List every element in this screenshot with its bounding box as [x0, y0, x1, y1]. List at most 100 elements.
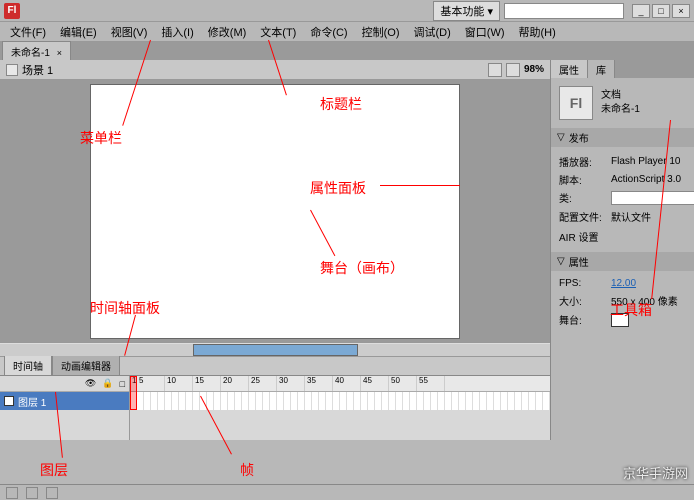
document-tab[interactable]: 未命名-1 × [2, 41, 71, 62]
frame-cell[interactable] [459, 392, 466, 410]
fps-value[interactable]: 12.00 [611, 278, 636, 289]
frame-cell[interactable] [263, 392, 270, 410]
tab-timeline[interactable]: 时间轴 [4, 355, 52, 375]
frame-cell[interactable] [158, 392, 165, 410]
frame-track[interactable] [130, 392, 550, 410]
frame-cell[interactable] [200, 392, 207, 410]
maximize-button[interactable]: □ [652, 4, 670, 18]
lock-icon[interactable]: 🔒 [102, 378, 113, 389]
frame-cell[interactable] [536, 392, 543, 410]
frame-cell[interactable] [186, 392, 193, 410]
frame-ruler[interactable]: 1 5 10 15 20 25 30 35 40 45 50 55 [130, 376, 550, 392]
frame-cell[interactable] [494, 392, 501, 410]
section-properties-header[interactable]: ▽ 属性 [551, 252, 694, 271]
frame-cell[interactable] [277, 392, 284, 410]
stage-canvas[interactable] [90, 84, 460, 339]
menu-file[interactable]: 文件(F) [4, 22, 52, 42]
stage-color-swatch[interactable] [611, 313, 629, 327]
close-button[interactable]: × [672, 4, 690, 18]
frame-cell[interactable] [452, 392, 459, 410]
frame-cell[interactable] [396, 392, 403, 410]
frame-cell[interactable] [375, 392, 382, 410]
frame-cell[interactable] [284, 392, 291, 410]
menu-window[interactable]: 窗口(W) [459, 22, 511, 42]
frame-cell[interactable] [473, 392, 480, 410]
class-input[interactable] [611, 191, 694, 205]
frame-cell[interactable] [382, 392, 389, 410]
frame-cell[interactable] [347, 392, 354, 410]
frame-cell[interactable] [424, 392, 431, 410]
layer-row[interactable]: 图层 1 [0, 392, 129, 410]
frame-cell[interactable] [235, 392, 242, 410]
frame-cell[interactable] [298, 392, 305, 410]
frame-cell[interactable] [305, 392, 312, 410]
tab-properties[interactable]: 属性 [551, 60, 588, 78]
section-publish-header[interactable]: ▽ 发布 [551, 128, 694, 147]
menu-insert[interactable]: 插入(I) [155, 22, 199, 42]
new-folder-button[interactable] [26, 487, 38, 499]
frame-cell[interactable] [312, 392, 319, 410]
menu-modify[interactable]: 修改(M) [202, 22, 253, 42]
minimize-button[interactable]: _ [632, 4, 650, 18]
frame-cell[interactable] [214, 392, 221, 410]
layout-dropdown[interactable]: 基本功能 ▾ [433, 1, 500, 21]
frame-cell[interactable] [207, 392, 214, 410]
visibility-icon[interactable]: 👁 [85, 378, 96, 389]
new-layer-button[interactable] [6, 487, 18, 499]
frame-cell[interactable] [410, 392, 417, 410]
frame-cell[interactable] [487, 392, 494, 410]
playhead[interactable] [130, 376, 137, 410]
outline-icon[interactable]: □ [120, 379, 125, 389]
frame-cell[interactable] [193, 392, 200, 410]
frame-cell[interactable] [137, 392, 144, 410]
frame-cell[interactable] [242, 392, 249, 410]
frame-cell[interactable] [165, 392, 172, 410]
menu-commands[interactable]: 命令(C) [304, 22, 353, 42]
frame-cell[interactable] [354, 392, 361, 410]
frame-cell[interactable] [151, 392, 158, 410]
frame-cell[interactable] [340, 392, 347, 410]
menu-view[interactable]: 视图(V) [105, 22, 154, 42]
frame-cell[interactable] [221, 392, 228, 410]
document-tab-close-icon[interactable]: × [57, 48, 62, 58]
frame-cell[interactable] [466, 392, 473, 410]
menu-help[interactable]: 帮助(H) [513, 22, 562, 42]
frame-cell[interactable] [319, 392, 326, 410]
frame-cell[interactable] [543, 392, 550, 410]
frame-cell[interactable] [438, 392, 445, 410]
frame-cell[interactable] [172, 392, 179, 410]
frame-cell[interactable] [228, 392, 235, 410]
frame-cell[interactable] [431, 392, 438, 410]
edit-symbol-icon[interactable] [506, 63, 520, 77]
frame-cell[interactable] [368, 392, 375, 410]
frame-cell[interactable] [508, 392, 515, 410]
search-input[interactable] [504, 3, 624, 19]
frame-cell[interactable] [361, 392, 368, 410]
scrollbar-thumb[interactable] [193, 344, 358, 356]
frame-cell[interactable] [403, 392, 410, 410]
frame-cell[interactable] [501, 392, 508, 410]
frame-cell[interactable] [179, 392, 186, 410]
frame-cell[interactable] [417, 392, 424, 410]
frame-cell[interactable] [326, 392, 333, 410]
tab-library[interactable]: 库 [588, 60, 615, 78]
horizontal-scrollbar[interactable] [0, 342, 550, 356]
frame-cell[interactable] [249, 392, 256, 410]
frame-cell[interactable] [515, 392, 522, 410]
menu-text[interactable]: 文本(T) [254, 22, 302, 42]
frame-cell[interactable] [333, 392, 340, 410]
frame-cell[interactable] [480, 392, 487, 410]
frame-cell[interactable] [445, 392, 452, 410]
edit-scene-icon[interactable] [488, 63, 502, 77]
zoom-value[interactable]: 98% [524, 64, 544, 75]
frame-cell[interactable] [291, 392, 298, 410]
menu-edit[interactable]: 编辑(E) [54, 22, 103, 42]
tab-motion-editor[interactable]: 动画编辑器 [52, 355, 120, 375]
frame-cell[interactable] [144, 392, 151, 410]
delete-layer-button[interactable] [46, 487, 58, 499]
frame-cell[interactable] [529, 392, 536, 410]
menu-debug[interactable]: 调试(D) [408, 22, 457, 42]
frame-cell[interactable] [389, 392, 396, 410]
frame-cell[interactable] [256, 392, 263, 410]
frame-cell[interactable] [270, 392, 277, 410]
